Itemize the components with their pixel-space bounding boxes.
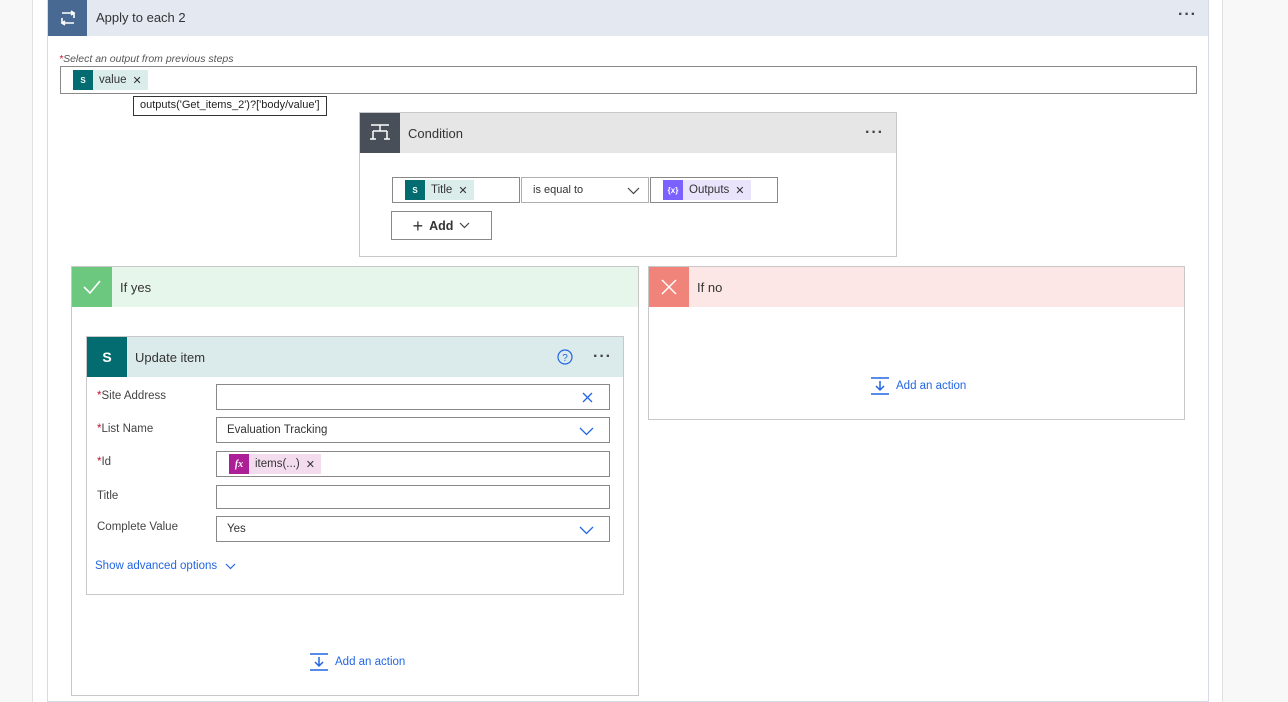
- remove-token-icon[interactable]: ✕: [458, 184, 467, 197]
- chevron-down-icon: [627, 187, 640, 195]
- token-tooltip: outputs('Get_items_2')?['body/value']: [133, 96, 327, 116]
- remove-token-icon[interactable]: ✕: [306, 458, 315, 471]
- if-yes-title: If yes: [120, 280, 152, 295]
- add-condition-button[interactable]: + Add: [391, 211, 492, 240]
- remove-token-icon[interactable]: ✕: [735, 184, 744, 197]
- list-name-value: Evaluation Tracking: [227, 424, 328, 436]
- site-address-field[interactable]: [216, 384, 610, 410]
- complete-value-dropdown[interactable]: Yes: [216, 516, 610, 542]
- outputs-token-label: Outputs: [689, 184, 730, 196]
- if-no-header: If no: [649, 267, 1184, 307]
- select-output-field[interactable]: S value ✕: [60, 66, 1197, 94]
- close-icon: [649, 267, 689, 307]
- help-icon[interactable]: ?: [557, 349, 573, 365]
- remove-token-icon[interactable]: ✕: [133, 74, 142, 87]
- condition-more-icon[interactable]: ···: [865, 125, 884, 141]
- id-field[interactable]: fx items(...) ✕: [216, 451, 610, 477]
- sharepoint-icon: S: [87, 337, 127, 377]
- expression-token-label: items(...): [255, 458, 300, 470]
- add-action-icon: [871, 377, 889, 395]
- svg-text:?: ?: [562, 353, 568, 364]
- clear-icon[interactable]: [582, 392, 593, 403]
- update-item-header[interactable]: S Update item ? ···: [87, 337, 623, 377]
- checkmark-icon: [72, 267, 112, 307]
- show-advanced-label: Show advanced options: [95, 560, 218, 572]
- apply-to-each-title: Apply to each 2: [96, 10, 186, 25]
- title-field[interactable]: [216, 485, 610, 509]
- condition-right-operand[interactable]: {x} Outputs ✕: [650, 177, 778, 203]
- condition-icon: [360, 113, 400, 153]
- title-label: Title: [97, 490, 119, 502]
- if-yes-branch: If yes S Update item ? ··· *Site Address…: [71, 266, 639, 696]
- sharepoint-icon: S: [73, 70, 93, 90]
- title-token[interactable]: S Title ✕: [405, 180, 474, 200]
- update-item-title: Update item: [135, 350, 206, 365]
- loop-icon: [48, 0, 87, 36]
- sharepoint-icon: S: [405, 180, 425, 200]
- condition-header[interactable]: Condition ···: [360, 113, 896, 153]
- operator-dropdown[interactable]: is equal to: [521, 177, 649, 203]
- select-output-label: *Select an output from previous steps: [59, 53, 234, 65]
- add-label: Add: [429, 218, 454, 233]
- update-item-more-icon[interactable]: ···: [593, 349, 612, 365]
- chevron-down-icon: [579, 526, 594, 535]
- value-token-label: value: [99, 74, 127, 86]
- add-action-icon: [310, 653, 328, 671]
- function-icon: fx: [229, 454, 249, 474]
- more-options-icon[interactable]: ···: [1178, 7, 1197, 23]
- expression-token[interactable]: fx items(...) ✕: [229, 454, 321, 474]
- add-action-label: Add an action: [896, 380, 967, 392]
- complete-value-label: Complete Value: [97, 521, 178, 533]
- list-name-label: *List Name: [97, 423, 154, 435]
- complete-value-value: Yes: [227, 523, 246, 535]
- value-token[interactable]: S value ✕: [73, 70, 148, 90]
- if-no-title: If no: [697, 280, 723, 295]
- if-yes-header: If yes: [72, 267, 638, 307]
- if-yes-add-action[interactable]: Add an action: [309, 652, 405, 672]
- list-name-dropdown[interactable]: Evaluation Tracking: [216, 417, 610, 443]
- id-label: *Id: [97, 456, 112, 468]
- add-action-label: Add an action: [335, 656, 406, 668]
- plus-icon: +: [412, 215, 424, 236]
- operator-value: is equal to: [533, 184, 584, 196]
- if-no-branch: If no Add an action: [648, 266, 1185, 420]
- update-item-card: S Update item ? ··· *Site Address *List …: [86, 336, 624, 595]
- show-advanced-options[interactable]: Show advanced options: [95, 560, 236, 572]
- condition-left-operand[interactable]: S Title ✕: [392, 177, 520, 203]
- chevron-down-icon: [579, 427, 594, 436]
- apply-to-each-header[interactable]: Apply to each 2 ···: [48, 0, 1208, 36]
- title-token-label: Title: [431, 184, 453, 196]
- chevron-down-icon: [225, 563, 236, 569]
- chevron-down-icon: [459, 222, 470, 229]
- right-margin: [1223, 0, 1288, 702]
- outputs-token[interactable]: {x} Outputs ✕: [663, 180, 751, 200]
- variable-icon: {x}: [663, 180, 683, 200]
- site-address-label: *Site Address: [97, 390, 167, 402]
- condition-title: Condition: [408, 126, 463, 141]
- if-no-add-action[interactable]: Add an action: [870, 376, 966, 396]
- condition-card: Condition ··· S Title ✕ is equal to {x} O…: [359, 112, 897, 257]
